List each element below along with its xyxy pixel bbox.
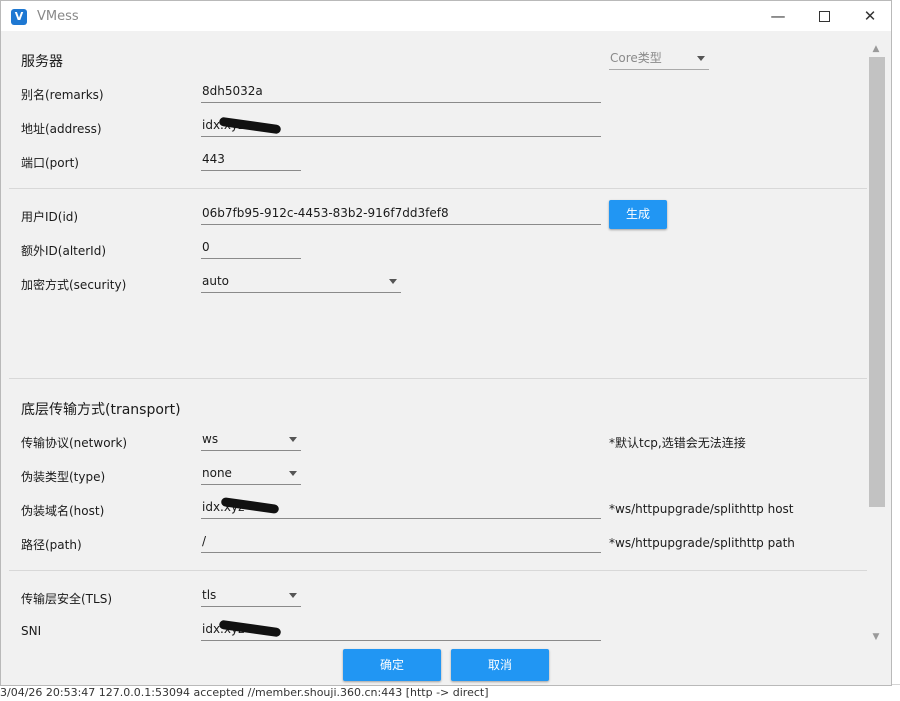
sni-label: SNI	[21, 624, 42, 638]
vertical-scrollbar[interactable]: ▲ ▼	[867, 39, 885, 647]
address-label: 地址(address)	[21, 122, 102, 136]
path-hint: *ws/httpupgrade/splithttp path	[609, 536, 795, 550]
tls-value: tls	[202, 588, 217, 602]
title-bar: V VMess — ✕	[1, 1, 891, 31]
network-value: ws	[202, 432, 219, 446]
cancel-button[interactable]: 取消	[451, 649, 549, 681]
background-log-line: 3/04/26 20:53:47 127.0.0.1:53094 accepte…	[0, 684, 900, 701]
host-label: 伪装域名(host)	[21, 504, 105, 518]
chevron-down-icon	[389, 279, 397, 284]
minimize-button[interactable]: —	[755, 1, 801, 31]
scroll-down-icon[interactable]: ▼	[870, 631, 882, 643]
chevron-down-icon	[289, 471, 297, 476]
chevron-down-icon	[289, 593, 297, 598]
maximize-icon	[818, 11, 830, 22]
network-hint: *默认tcp,选错会无法连接	[609, 436, 746, 450]
maximize-button[interactable]	[801, 1, 847, 31]
section-divider	[9, 378, 867, 379]
remarks-label: 别名(remarks)	[21, 88, 104, 102]
form-content: 服务器 Core类型 别名(remarks) 8dh5032a 地址(addre…	[9, 31, 867, 651]
minimize-icon: —	[770, 7, 786, 25]
remarks-field[interactable]: 8dh5032a	[201, 81, 601, 103]
user-id-label: 用户ID(id)	[21, 210, 79, 224]
server-section-title: 服务器	[21, 54, 63, 70]
security-select[interactable]: auto	[201, 271, 401, 293]
network-label: 传输协议(network)	[21, 436, 128, 450]
security-value: auto	[202, 274, 230, 288]
chevron-down-icon	[289, 437, 297, 442]
type-label: 伪装类型(type)	[21, 470, 106, 484]
section-divider	[9, 570, 867, 571]
core-type-label: Core类型	[610, 51, 662, 65]
path-field[interactable]: /	[201, 531, 601, 553]
path-label: 路径(path)	[21, 538, 82, 552]
window-title: VMess	[37, 9, 79, 24]
generate-button[interactable]: 生成	[609, 200, 667, 229]
type-value: none	[202, 466, 232, 480]
security-label: 加密方式(security)	[21, 278, 127, 292]
user-id-field[interactable]: 06b7fb95-912c-4453-83b2-916f7dd3fef8	[201, 203, 601, 225]
app-icon: V	[11, 9, 27, 25]
network-select[interactable]: ws	[201, 429, 301, 451]
scroll-up-icon[interactable]: ▲	[870, 43, 882, 55]
core-type-select[interactable]: Core类型	[609, 48, 709, 70]
section-divider	[9, 188, 867, 189]
alter-id-field[interactable]: 0	[201, 237, 301, 259]
close-button[interactable]: ✕	[847, 1, 893, 31]
tls-label: 传输层安全(TLS)	[21, 592, 112, 606]
port-field[interactable]: 443	[201, 149, 301, 171]
vmess-dialog: V VMess — ✕ 服务器 Core类型 别名(remarks) 8dh50…	[0, 0, 892, 686]
close-icon: ✕	[863, 7, 877, 25]
type-select[interactable]: none	[201, 463, 301, 485]
host-hint: *ws/httpupgrade/splithttp host	[609, 502, 794, 516]
port-label: 端口(port)	[21, 156, 79, 170]
transport-section-title: 底层传输方式(transport)	[21, 402, 181, 418]
alter-id-label: 额外ID(alterId)	[21, 244, 107, 258]
scroll-thumb[interactable]	[869, 57, 885, 507]
chevron-down-icon	[697, 56, 705, 61]
ok-button[interactable]: 确定	[343, 649, 441, 681]
tls-select[interactable]: tls	[201, 585, 301, 607]
